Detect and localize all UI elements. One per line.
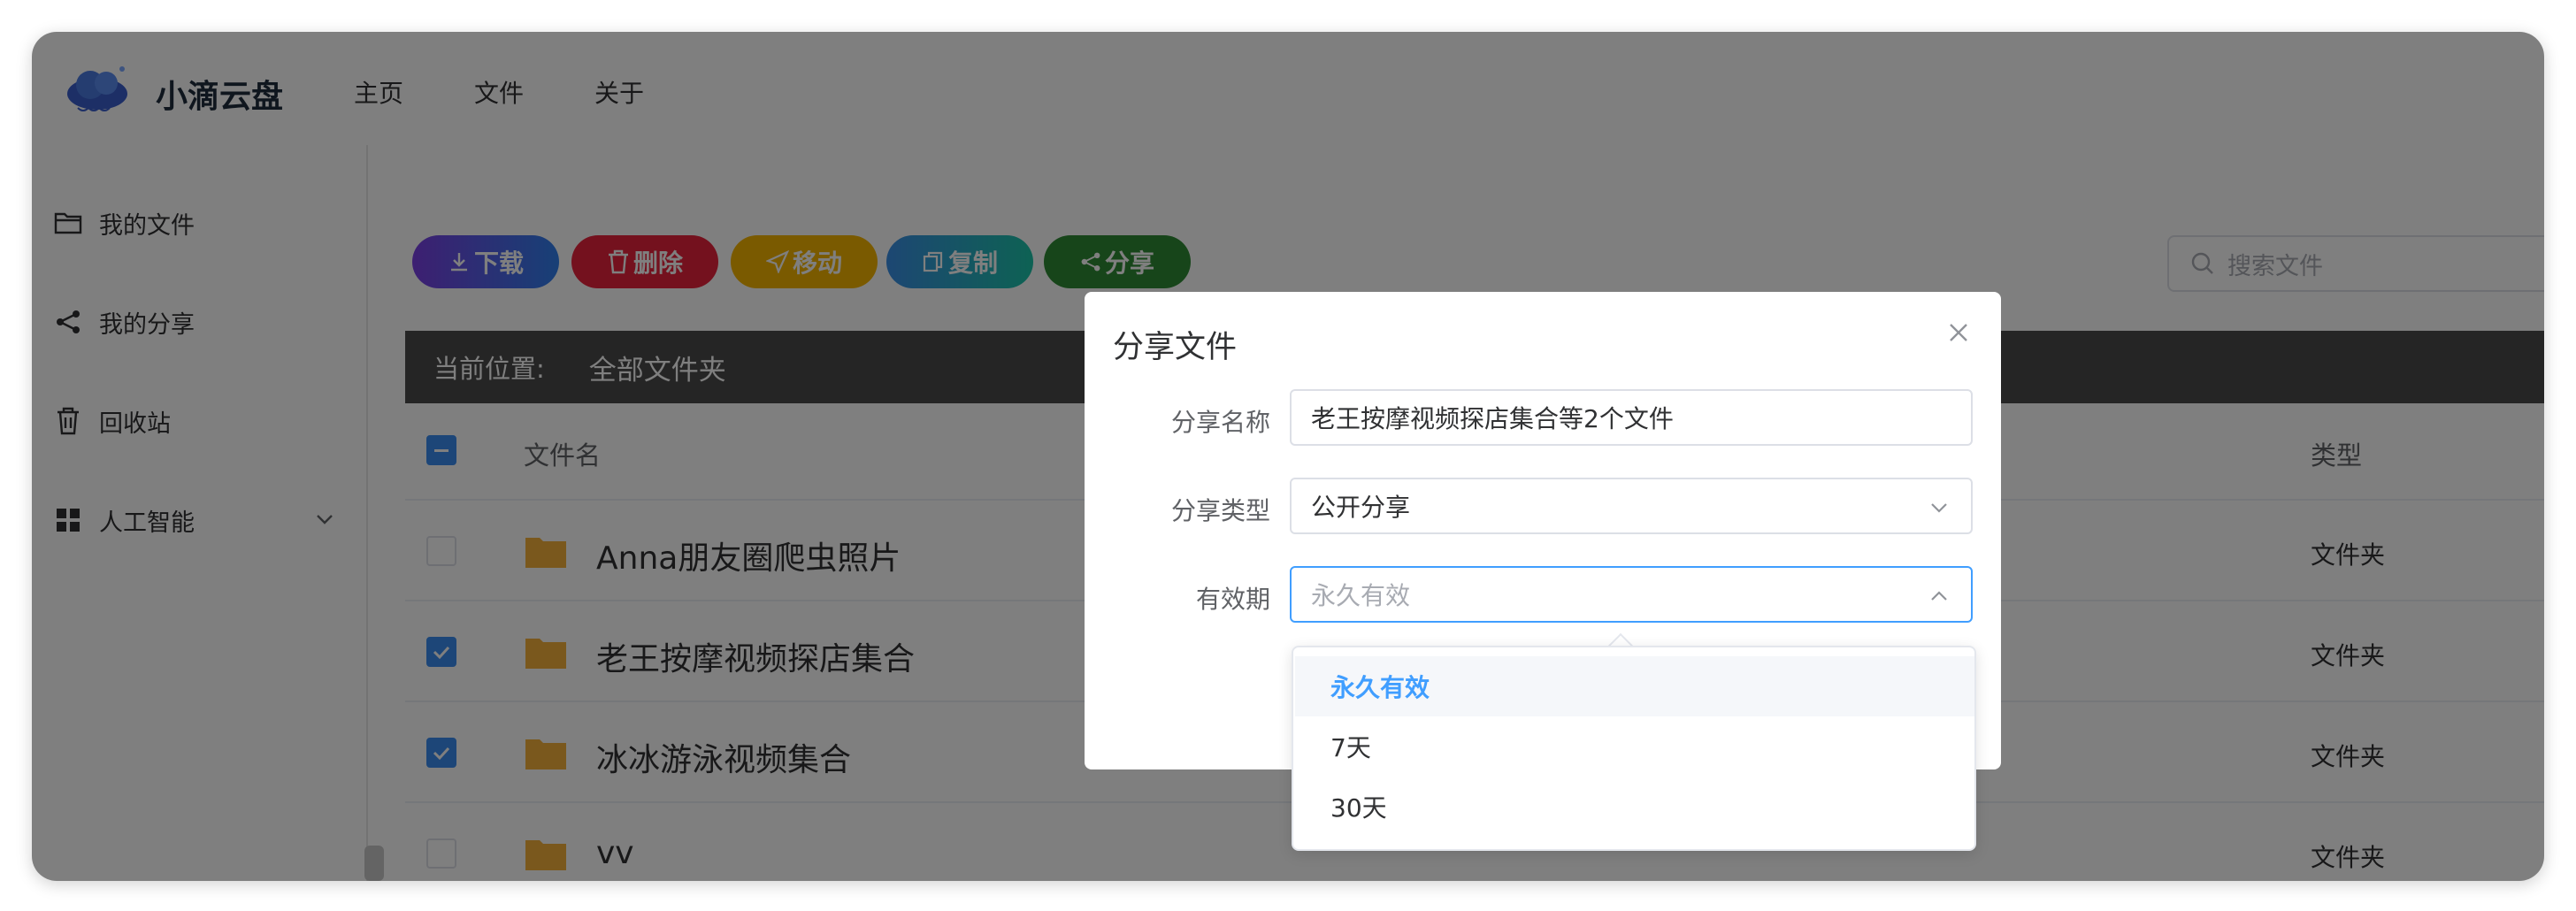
chevron-down-icon: [1931, 503, 1947, 513]
expire-dropdown: 永久有效 7天 30天: [1292, 646, 1976, 851]
share-name-input[interactable]: 老王按摩视频探店集合等2个文件: [1290, 389, 1973, 446]
share-name-label: 分享名称: [1170, 408, 1270, 437]
dialog-title: 分享文件: [1113, 330, 1238, 365]
chevron-up-icon: [1931, 591, 1947, 601]
expire-label: 有效期: [1195, 585, 1270, 614]
option-permanent[interactable]: 永久有效: [1295, 656, 1974, 716]
share-type-label: 分享类型: [1170, 496, 1270, 525]
expire-select[interactable]: 永久有效: [1290, 566, 1973, 623]
option-7-days[interactable]: 7天: [1295, 716, 1974, 777]
share-type-select[interactable]: 公开分享: [1290, 478, 1973, 534]
close-icon[interactable]: [1941, 315, 1976, 350]
option-30-days[interactable]: 30天: [1295, 777, 1974, 837]
